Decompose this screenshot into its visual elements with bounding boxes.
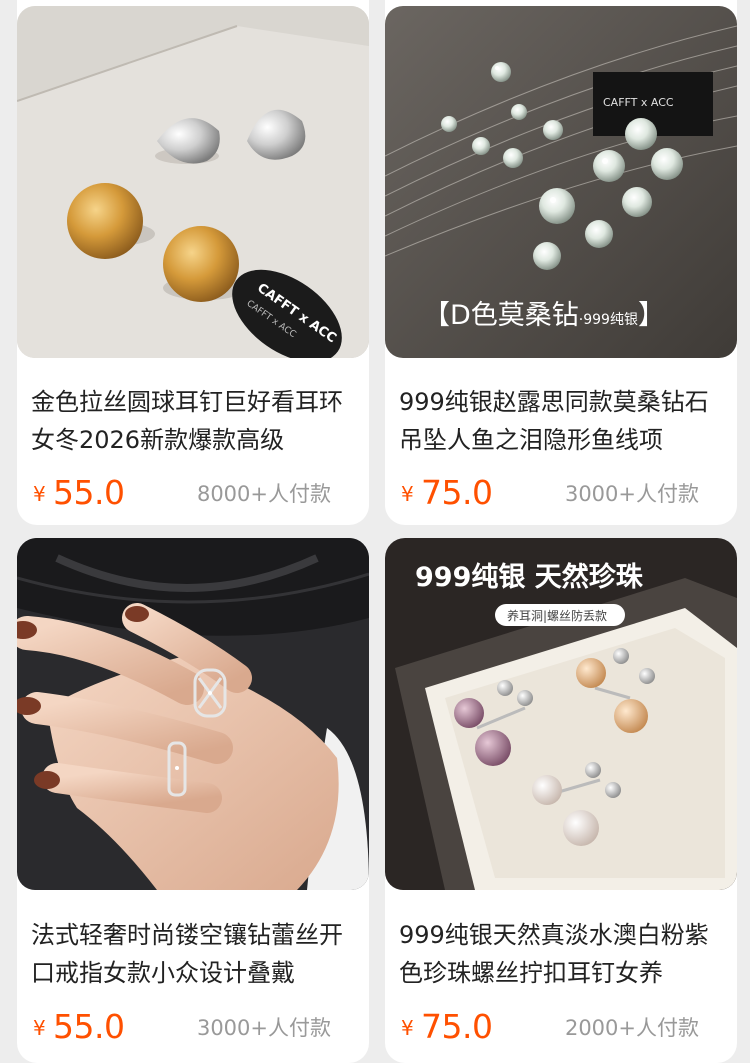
price-row: ¥ 75.0 2000+人付款 <box>399 1006 725 1046</box>
currency-symbol: ¥ <box>33 1016 46 1040</box>
overlay-main: 【D色莫桑钻 <box>423 300 579 331</box>
currency-symbol: ¥ <box>401 1016 414 1040</box>
lace-ring-hand-image <box>17 538 369 890</box>
product-card[interactable]: CAFFT x ACC 【D色莫桑钻·999纯银】 999纯银赵露思同款莫桑钻石… <box>385 0 737 525</box>
image-banner-subtext: 养耳洞|螺丝防丢款 <box>507 608 607 623</box>
sales-count: 3000+人付款 <box>196 1016 331 1040</box>
overlay-small: ·999纯银 <box>579 312 638 328</box>
product-price: 55.0 <box>53 1007 125 1046</box>
product-grid: CAFFT x ACC CAFFT x ACC 金色拉丝圆球耳钉巨好看耳环女冬2… <box>0 0 750 1063</box>
product-image[interactable]: CAFFT x ACC 【D色莫桑钻·999纯银】 <box>385 6 737 358</box>
pearl-earrings-image: 999纯银 天然珍珠 养耳洞|螺丝防丢款 <box>385 538 737 890</box>
brand-card-text: CAFFT x ACC <box>603 96 674 109</box>
currency-symbol: ¥ <box>33 482 46 506</box>
product-card[interactable]: CAFFT x ACC CAFFT x ACC 金色拉丝圆球耳钉巨好看耳环女冬2… <box>17 0 369 525</box>
price-row: ¥ 75.0 3000+人付款 <box>399 472 725 512</box>
product-image[interactable] <box>17 538 369 890</box>
product-card[interactable]: 999纯银 天然珍珠 养耳洞|螺丝防丢款 999纯银天然真淡水澳白粉紫色珍珠螺丝… <box>385 538 737 1063</box>
product-price: 75.0 <box>421 1007 493 1046</box>
product-card[interactable]: 法式轻奢时尚镂空镶钻蕾丝开口戒指女款小众设计叠戴 ¥ 55.0 3000+人付款 <box>17 538 369 1063</box>
product-price: 75.0 <box>421 473 493 512</box>
currency-symbol: ¥ <box>401 482 414 506</box>
product-title[interactable]: 金色拉丝圆球耳钉巨好看耳环女冬2026新款爆款高级 <box>31 383 357 459</box>
product-title[interactable]: 999纯银赵露思同款莫桑钻石吊坠人鱼之泪隐形鱼线项 <box>399 383 725 459</box>
gold-ball-earrings-image: CAFFT x ACC CAFFT x ACC <box>17 6 369 358</box>
price-row: ¥ 55.0 3000+人付款 <box>31 1006 357 1046</box>
overlay-close: 】 <box>638 300 665 331</box>
product-title[interactable]: 999纯银天然真淡水澳白粉紫色珍珠螺丝拧扣耳钉女养 <box>399 916 725 992</box>
image-banner-text: 999纯银 天然珍珠 <box>415 561 644 593</box>
product-title[interactable]: 法式轻奢时尚镂空镶钻蕾丝开口戒指女款小众设计叠戴 <box>31 916 357 992</box>
product-price: 55.0 <box>53 473 125 512</box>
product-image[interactable]: 999纯银 天然珍珠 养耳洞|螺丝防丢款 <box>385 538 737 890</box>
sales-count: 3000+人付款 <box>564 482 699 506</box>
moissanite-necklace-image: CAFFT x ACC 【D色莫桑钻·999纯银】 <box>385 6 737 358</box>
sales-count: 2000+人付款 <box>564 1016 699 1040</box>
price-row: ¥ 55.0 8000+人付款 <box>31 472 357 512</box>
product-image[interactable]: CAFFT x ACC CAFFT x ACC <box>17 6 369 358</box>
sales-count: 8000+人付款 <box>196 482 331 506</box>
